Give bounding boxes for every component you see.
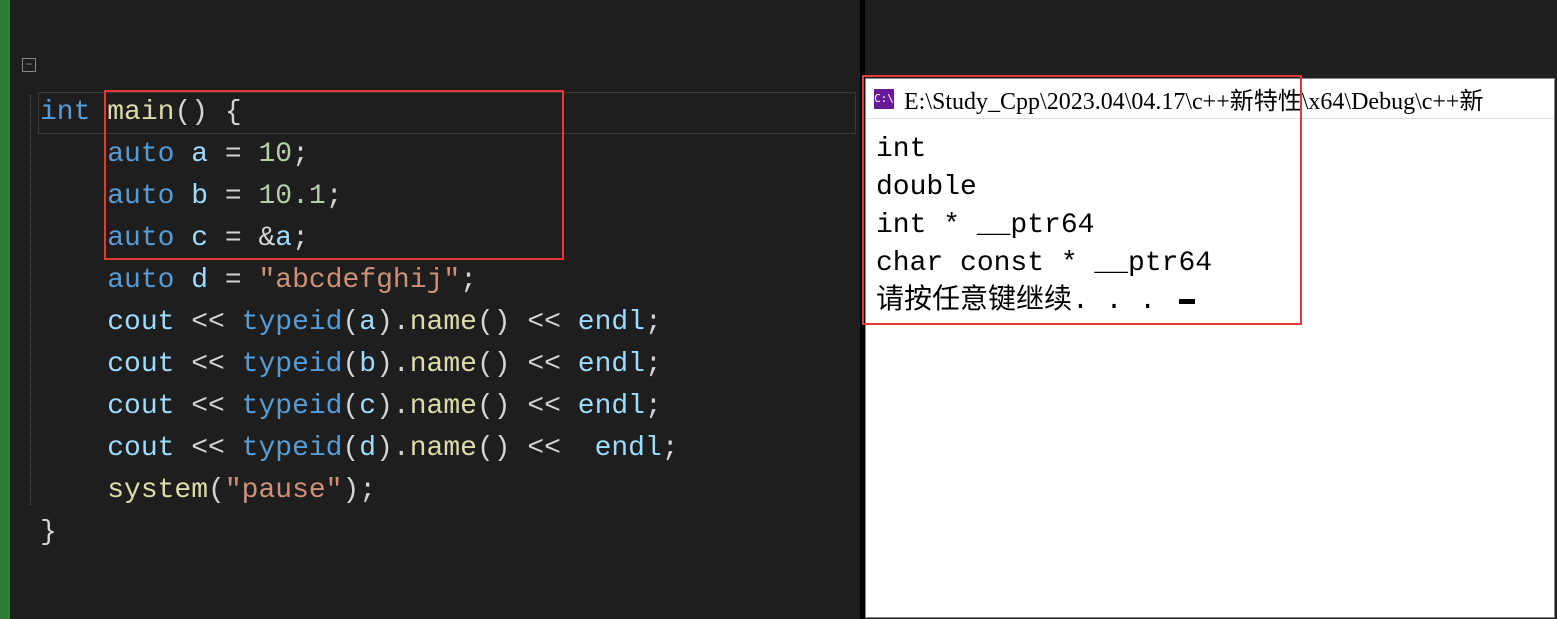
console-app-icon: C:\ — [874, 89, 894, 109]
console-line: int — [876, 134, 926, 165]
editor-gutter: − — [10, 0, 40, 619]
console-title-text: E:\Study_Cpp\2023.04\04.17\c++新特性\x64\De… — [904, 81, 1483, 116]
code-line[interactable]: cout << typeid(d).name() << endl; — [40, 433, 679, 464]
indent-guide — [30, 95, 31, 505]
console-cursor — [1179, 299, 1195, 304]
console-line: int * __ptr64 — [876, 210, 1094, 241]
console-line: char const * __ptr64 — [876, 248, 1212, 279]
console-line: 请按任意键继续. . . — [876, 286, 1173, 317]
code-line[interactable]: int main() { — [40, 97, 242, 128]
code-content[interactable]: int main() { auto a = 10; auto b = 10.1;… — [40, 50, 679, 554]
console-output[interactable]: int double int * __ptr64 char const * __… — [866, 119, 1554, 331]
change-marker — [0, 0, 10, 619]
code-line[interactable]: auto c = &a; — [40, 223, 309, 254]
code-line[interactable]: system("pause"); — [40, 475, 376, 506]
console-titlebar[interactable]: C:\ E:\Study_Cpp\2023.04\04.17\c++新特性\x6… — [866, 79, 1554, 119]
console-line: double — [876, 172, 977, 203]
code-line[interactable]: auto b = 10.1; — [40, 181, 343, 212]
code-line[interactable]: auto d = "abcdefghij"; — [40, 265, 477, 296]
code-line[interactable]: auto a = 10; — [40, 139, 309, 170]
console-window[interactable]: C:\ E:\Study_Cpp\2023.04\04.17\c++新特性\x6… — [865, 78, 1555, 618]
code-line[interactable]: cout << typeid(b).name() << endl; — [40, 349, 662, 380]
fold-collapse-icon[interactable]: − — [22, 58, 36, 72]
code-line[interactable]: cout << typeid(c).name() << endl; — [40, 391, 662, 422]
code-editor[interactable]: − int main() { auto a = 10; auto b = 10.… — [0, 0, 860, 619]
code-line[interactable]: } — [40, 517, 57, 548]
code-line[interactable]: cout << typeid(a).name() << endl; — [40, 307, 662, 338]
